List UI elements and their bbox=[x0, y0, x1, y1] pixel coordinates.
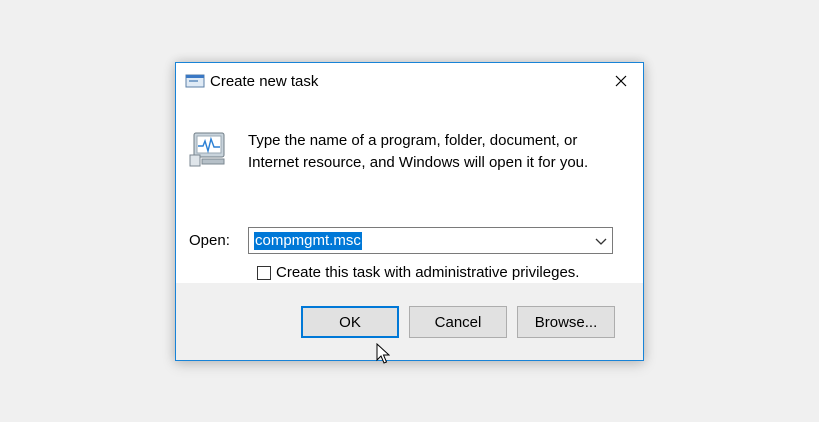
instruction-line-2: Internet resource, and Windows will open… bbox=[248, 154, 589, 171]
admin-privileges-checkbox[interactable] bbox=[257, 266, 271, 280]
title-bar[interactable]: Create new task bbox=[176, 63, 643, 99]
button-bar: OK Cancel Browse... bbox=[176, 283, 643, 360]
close-button[interactable] bbox=[599, 63, 643, 99]
instruction-text: Type the name of a program, folder, docu… bbox=[248, 130, 628, 174]
open-combobox[interactable]: compmgmt.msc bbox=[248, 227, 613, 254]
cancel-button[interactable]: Cancel bbox=[409, 306, 507, 338]
browse-button[interactable]: Browse... bbox=[517, 306, 615, 338]
monitor-program-icon bbox=[189, 132, 225, 167]
open-label: Open: bbox=[189, 232, 230, 249]
create-new-task-dialog: Create new task Type the name of a progr… bbox=[175, 62, 644, 361]
close-icon bbox=[615, 75, 627, 87]
chevron-down-icon[interactable] bbox=[594, 234, 608, 248]
window-title: Create new task bbox=[210, 73, 319, 90]
ok-button[interactable]: OK bbox=[301, 306, 399, 338]
mouse-pointer-icon bbox=[376, 343, 390, 364]
dialog-body: Type the name of a program, folder, docu… bbox=[176, 99, 643, 283]
open-input-value[interactable]: compmgmt.msc bbox=[254, 232, 362, 250]
instruction-line-1: Type the name of a program, folder, docu… bbox=[248, 132, 578, 149]
run-task-icon bbox=[185, 74, 205, 88]
admin-privileges-label[interactable]: Create this task with administrative pri… bbox=[276, 264, 579, 281]
